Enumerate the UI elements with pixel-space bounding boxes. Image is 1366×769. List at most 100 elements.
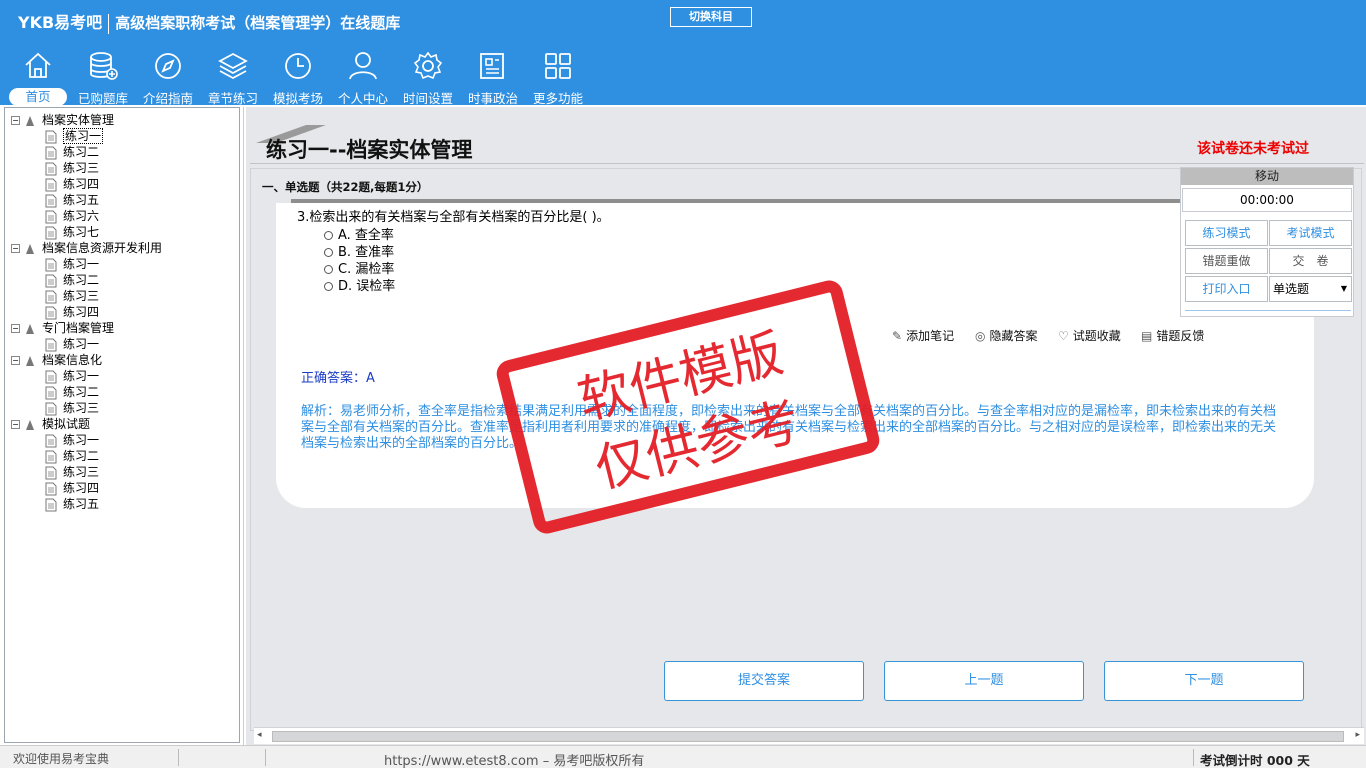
tree-exercise[interactable]: 练习一	[45, 432, 99, 448]
scrollbar-thumb[interactable]	[272, 731, 1344, 742]
tree-exercise[interactable]: 练习一	[45, 368, 99, 384]
nav-database[interactable]: 已购题库	[71, 46, 135, 106]
tree-exercise[interactable]: 练习一	[45, 336, 99, 352]
question-type-select[interactable]: 单选题 ▼	[1269, 276, 1352, 302]
tree-exercise-label: 练习七	[63, 225, 100, 239]
tree-exercise[interactable]: 练习二	[45, 272, 99, 288]
nav-label: 模拟考场	[272, 91, 323, 106]
tree-exercise[interactable]: 练习三	[45, 464, 99, 480]
nav-news[interactable]: 时事政治	[461, 46, 525, 106]
redo-wrong-button[interactable]: 错题重做	[1185, 248, 1268, 274]
nav-gear[interactable]: 时间设置	[396, 46, 460, 106]
tree-chapter[interactable]: − 档案实体管理	[11, 112, 114, 128]
book-icon	[26, 243, 34, 254]
home-icon	[25, 52, 51, 78]
nav-compass[interactable]: 介绍指南	[136, 46, 200, 106]
page-title: 练习一--档案实体管理	[266, 138, 473, 162]
document-icon	[45, 306, 57, 319]
practice-mode-button[interactable]: 练习模式	[1185, 220, 1268, 246]
tree-exercise[interactable]: 练习三	[45, 288, 99, 304]
radio-icon[interactable]	[324, 231, 333, 240]
radio-icon[interactable]	[324, 265, 333, 274]
nav-clock[interactable]: 模拟考场	[266, 46, 330, 106]
copyright-text: https://www.etest8.com – 易考吧版权所有	[384, 754, 645, 769]
tree-chapter[interactable]: − 模拟试题	[11, 416, 90, 432]
tree-exercise-label: 练习三	[63, 289, 100, 303]
tree-exercise-label: 练习一	[63, 369, 100, 383]
tree-exercise[interactable]: 练习五	[45, 496, 99, 512]
tree-exercise-label: 练习二	[63, 145, 100, 159]
tree-exercise[interactable]: 练习二	[45, 144, 99, 160]
tool-pencil[interactable]: ✎ 添加笔记	[892, 327, 954, 344]
collapse-icon[interactable]: −	[11, 244, 20, 253]
tool-eye[interactable]: ◎ 隐藏答案	[975, 327, 1038, 344]
tree-exercise[interactable]: 练习三	[45, 400, 99, 416]
move-handle[interactable]: 移动	[1181, 168, 1353, 185]
elapsed-time: 00:00:00	[1182, 188, 1352, 212]
tree-chapter[interactable]: − 档案信息化	[11, 352, 102, 368]
compass-icon	[155, 53, 181, 79]
document-icon	[45, 146, 57, 159]
tree-exercise[interactable]: 练习六	[45, 208, 99, 224]
tool-heart[interactable]: ♡ 试题收藏	[1058, 327, 1121, 344]
collapse-icon[interactable]: −	[11, 356, 20, 365]
print-entry-button[interactable]: 打印入口	[1185, 276, 1268, 302]
nav-label: 时事政治	[467, 91, 518, 106]
tool-label: 试题收藏	[1072, 329, 1121, 343]
scroll-left-icon[interactable]: ◂	[257, 730, 262, 740]
answer-option[interactable]: D. 误检率	[324, 275, 395, 294]
tree-exercise-label: 练习五	[63, 497, 100, 511]
collapse-icon[interactable]: −	[11, 324, 20, 333]
collapse-icon[interactable]: −	[11, 420, 20, 429]
tree-exercise-label: 练习四	[63, 305, 100, 319]
timer-panel-scroll	[1185, 310, 1351, 311]
tool-feedback[interactable]: ▤ 错题反馈	[1141, 327, 1204, 344]
radio-icon[interactable]	[324, 248, 333, 257]
question-type-value: 单选题	[1273, 282, 1310, 296]
chapter-tree: − 档案实体管理 练习一 练习二 练习三 练习四 练习五 练习六 练习七 − 档案信息资源开发利用练…	[4, 107, 240, 743]
timer-panel: 移动 00:00:00 练习模式 考试模式 错题重做 交 卷 打印入口 单选题 ▼	[1180, 167, 1354, 317]
tree-chapter-label: 档案信息资源开发利用	[42, 241, 163, 255]
gear-icon	[413, 51, 443, 80]
title-underline	[250, 163, 1364, 164]
tree-exercise[interactable]: 练习四	[45, 304, 99, 320]
document-icon	[45, 162, 57, 175]
submit-answer-button[interactable]: 提交答案	[664, 661, 864, 701]
news-icon	[480, 53, 504, 79]
document-icon	[45, 450, 57, 463]
book-icon	[26, 323, 34, 334]
tree-exercise-label: 练习三	[63, 161, 100, 175]
tree-chapter[interactable]: − 档案信息资源开发利用	[11, 240, 162, 256]
tree-exercise[interactable]: 练习三	[45, 160, 99, 176]
clock-icon	[285, 53, 311, 79]
document-icon	[45, 194, 57, 207]
book-icon	[26, 419, 34, 430]
tree-exercise[interactable]: 练习四	[45, 176, 99, 192]
tree-exercise[interactable]: 练习一	[45, 128, 104, 144]
tree-exercise[interactable]: 练习七	[45, 224, 99, 240]
switch-subject-button[interactable]: 切换科目	[670, 7, 752, 27]
previous-question-button[interactable]: 上一题	[884, 661, 1084, 701]
nav-layers[interactable]: 章节练习	[201, 46, 265, 106]
horizontal-scrollbar[interactable]: ◂ ▸	[254, 727, 1364, 744]
scroll-right-icon[interactable]: ▸	[1355, 730, 1360, 740]
tree-exercise[interactable]: 练习一	[45, 256, 99, 272]
nav-home[interactable]: 首页	[6, 46, 70, 106]
tree-exercise[interactable]: 练习二	[45, 384, 99, 400]
status-bar: 欢迎使用易考宝典 https://www.etest8.com – 易考吧版权所…	[0, 745, 1366, 769]
feedback-icon: ▤	[1141, 329, 1153, 343]
tree-chapter[interactable]: − 专门档案管理	[11, 320, 114, 336]
tree-exercise-label: 练习一	[63, 257, 100, 271]
tree-exercise[interactable]: 练习四	[45, 480, 99, 496]
next-question-button[interactable]: 下一题	[1104, 661, 1304, 701]
radio-icon[interactable]	[324, 282, 333, 291]
nav-user[interactable]: 个人中心	[331, 46, 395, 106]
tree-exercise-label: 练习二	[63, 449, 100, 463]
collapse-icon[interactable]: −	[11, 116, 20, 125]
hand-in-button[interactable]: 交 卷	[1269, 248, 1352, 274]
tree-exercise[interactable]: 练习二	[45, 448, 99, 464]
tool-label: 隐藏答案	[989, 329, 1038, 343]
tree-exercise[interactable]: 练习五	[45, 192, 99, 208]
nav-grid[interactable]: 更多功能	[526, 46, 590, 106]
exam-mode-button[interactable]: 考试模式	[1269, 220, 1352, 246]
